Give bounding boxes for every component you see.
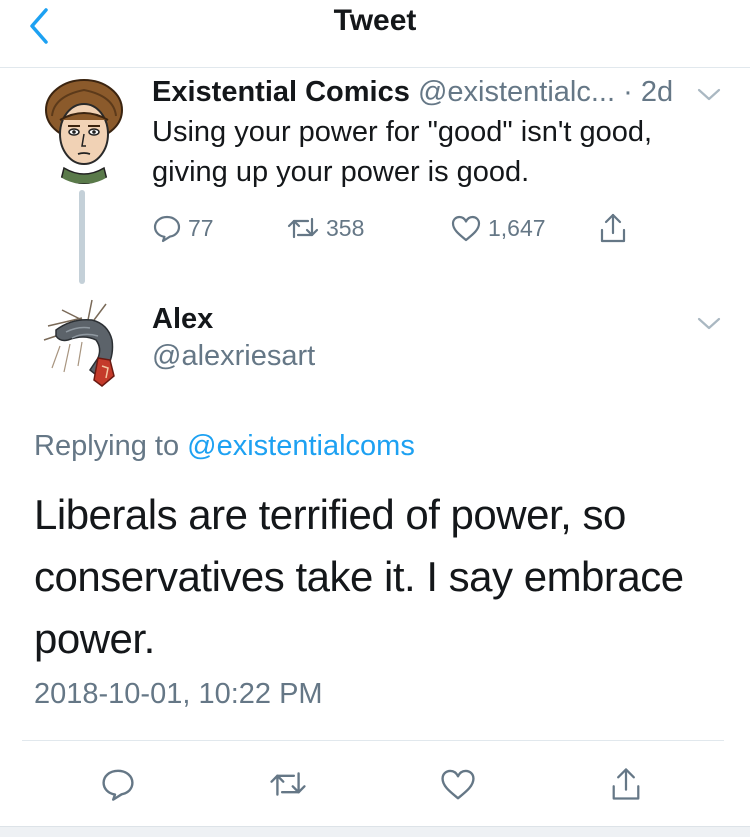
reply-tweet-author-handle[interactable]: @alexriesart	[152, 340, 315, 373]
reply-icon	[153, 215, 181, 243]
replying-to-link[interactable]: @existentialcoms	[187, 430, 415, 462]
avatar-existential-comics[interactable]	[36, 76, 132, 184]
navigation-bar: Tweet	[0, 0, 750, 68]
thread-connector-line	[79, 190, 85, 284]
parent-reply-count: 77	[188, 214, 214, 241]
avatar-illustration	[42, 296, 138, 392]
parent-tweet-text: Using your power for "good" isn't good, …	[152, 116, 653, 188]
retweet-icon	[287, 217, 319, 239]
reply-tweet-author-name[interactable]: Alex	[152, 303, 213, 336]
parent-like-button[interactable]: 1,647	[450, 208, 546, 248]
chevron-down-icon	[697, 88, 721, 101]
actions-divider	[22, 740, 724, 741]
bottom-strip	[0, 826, 750, 837]
reply-tweet-text: Liberals are terrified of power, so cons…	[34, 491, 684, 662]
parent-share-button[interactable]	[598, 208, 628, 248]
like-icon	[451, 215, 481, 242]
reply-icon	[102, 769, 134, 801]
avatar-alex[interactable]	[42, 296, 138, 392]
page-title: Tweet	[333, 4, 417, 37]
parent-tweet-time-separator: ·	[623, 76, 633, 108]
retweet-icon	[270, 772, 306, 796]
share-button[interactable]	[602, 760, 650, 808]
parent-tweet-time: 2d	[640, 76, 674, 108]
parent-tweet-menu-button[interactable]	[695, 84, 723, 104]
parent-tweet-author-name[interactable]: Existential Comics	[152, 76, 410, 108]
share-icon	[600, 213, 626, 243]
parent-reply-button[interactable]: 77	[152, 208, 214, 248]
reply-tweet-menu-button[interactable]	[695, 313, 723, 333]
reply-tweet-timestamp: 2018-10-01, 10:22 PM	[34, 678, 323, 710]
chevron-down-icon	[697, 317, 721, 330]
replying-to-prefix: Replying to	[34, 430, 180, 462]
parent-tweet-header: Existential Comics @existentialc... · 2d	[152, 74, 673, 110]
reply-tweet-actions	[0, 750, 750, 818]
reply-button[interactable]	[94, 760, 142, 808]
parent-tweet-author-handle[interactable]: @existentialc...	[418, 76, 615, 108]
parent-tweet-actions: 77 358 1,647	[152, 208, 652, 248]
parent-retweet-count: 358	[326, 214, 365, 241]
retweet-button[interactable]	[264, 760, 312, 808]
parent-like-count: 1,647	[488, 214, 546, 241]
like-icon	[441, 769, 475, 800]
replying-to-line: Replying to @existentialcoms	[34, 430, 415, 463]
like-button[interactable]	[434, 760, 482, 808]
share-icon	[612, 768, 640, 800]
parent-retweet-button[interactable]: 358	[286, 208, 364, 248]
avatar-illustration	[36, 76, 132, 184]
